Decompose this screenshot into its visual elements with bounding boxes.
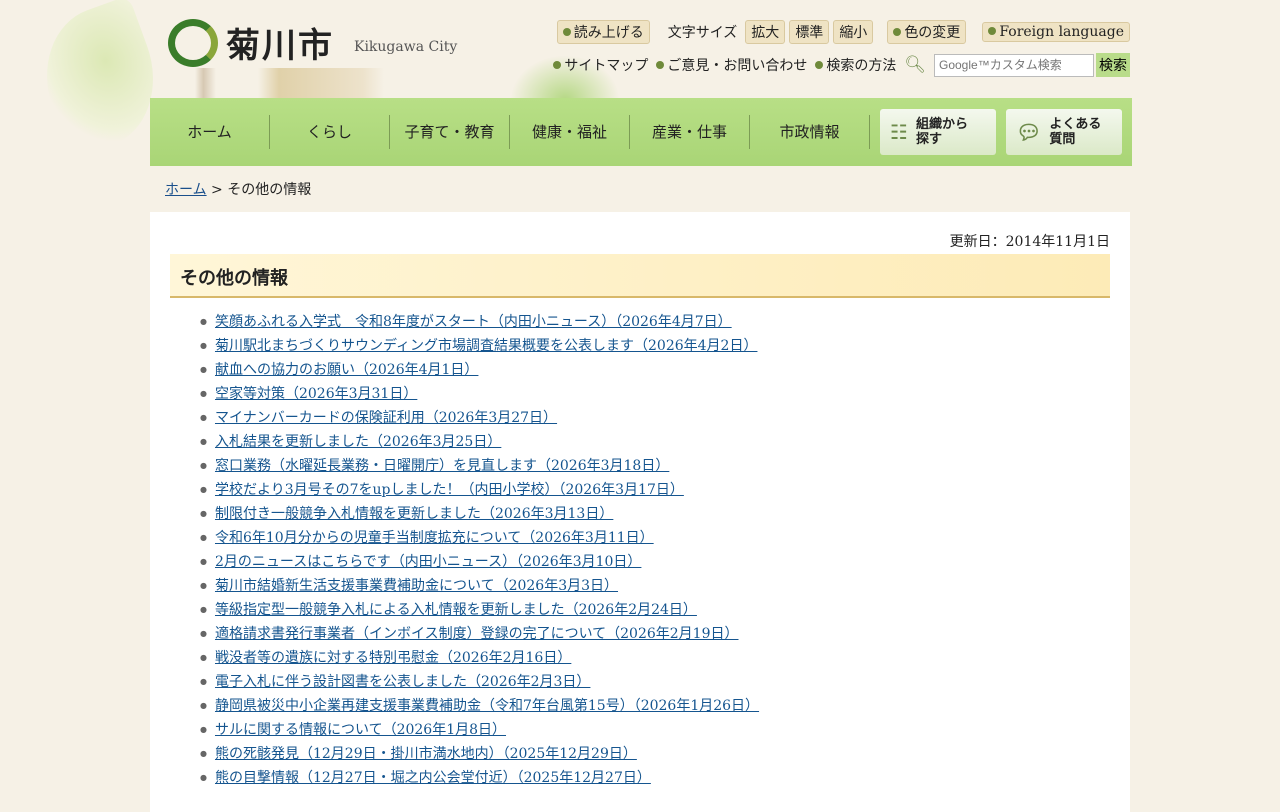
info-link[interactable]: 献血への協力のお願い（2026年4月1日） xyxy=(215,362,478,378)
info-link[interactable]: 学校だより3月号その7をupしました！（内田小学校）（2026年3月17日） xyxy=(215,482,684,498)
list-item: 戦没者等の遺族に対する特別弔慰金（2026年2月16日） xyxy=(200,646,759,670)
read-aloud-button[interactable]: 読み上げる xyxy=(556,20,650,44)
info-link[interactable]: 空家等対策（2026年3月31日） xyxy=(215,386,417,402)
bullet-icon xyxy=(562,28,571,36)
nav-health-welfare[interactable]: 健康・福祉 xyxy=(510,115,630,149)
breadcrumb-home[interactable]: ホーム xyxy=(165,182,207,198)
search-input[interactable] xyxy=(934,53,1094,77)
info-link[interactable]: 窓口業務（水曜延長業務・日曜開庁）を見直します（2026年3月18日） xyxy=(215,458,669,474)
list-item: 菊川市結婚新生活支援事業費補助金について（2026年3月3日） xyxy=(200,574,759,598)
info-link[interactable]: 入札結果を更新しました（2026年3月25日） xyxy=(215,434,501,450)
foreign-language-button[interactable]: Foreign language xyxy=(982,22,1130,42)
utility-bar: 読み上げる 文字サイズ 拡大 標準 縮小 色の変更 Foreign langua… xyxy=(556,20,1130,44)
nav-industry-work[interactable]: 産業・仕事 xyxy=(630,115,750,149)
list-item: 学校だより3月号その7をupしました！（内田小学校）（2026年3月17日） xyxy=(200,478,759,502)
list-item: 入札結果を更新しました（2026年3月25日） xyxy=(200,430,759,454)
faq-label: よくある質問 xyxy=(1049,117,1102,147)
speech-bubble-icon: 💬︎ xyxy=(1016,119,1042,144)
breadcrumb-separator: > xyxy=(211,182,223,198)
font-shrink-button[interactable]: 縮小 xyxy=(833,20,874,44)
list-item: 等級指定型一般競争入札による入札情報を更新しました（2026年2月24日） xyxy=(200,598,759,622)
list-item: 熊の死骸発見（12月29日・掛川市満水地内）（2025年12月29日） xyxy=(200,742,759,766)
bullet-icon xyxy=(988,27,997,35)
search-icon: 🔍︎ xyxy=(904,55,926,75)
info-link[interactable]: 静岡県被災中小企業再建支援事業費補助金（令和7年台風第15号）（2026年1月2… xyxy=(215,698,759,714)
list-item: 適格請求書発行事業者（インボイス制度）登録の完了について（2026年2月19日） xyxy=(200,622,759,646)
list-item: 菊川駅北まちづくりサウンディング市場調査結果概要を公表します（2026年4月2日… xyxy=(200,334,759,358)
bullet-icon xyxy=(893,28,902,36)
list-item: 2月のニュースはこちらです（内田小ニュース）（2026年3月10日） xyxy=(200,550,759,574)
list-item: 窓口業務（水曜延長業務・日曜開庁）を見直します（2026年3月18日） xyxy=(200,454,759,478)
info-list: 笑顔あふれる入学式 令和8年度がスタート（内田小ニュース）（2026年4月7日）… xyxy=(200,310,759,790)
nav-childcare-education[interactable]: 子育て・教育 xyxy=(390,115,510,149)
info-link[interactable]: サルに関する情報について（2026年1月8日） xyxy=(215,722,506,738)
contact-label: ご意見・お問い合わせ xyxy=(667,58,808,74)
org-chart-icon: ☷ xyxy=(890,119,908,144)
list-item: 献血への協力のお願い（2026年4月1日） xyxy=(200,358,759,382)
info-link[interactable]: 2月のニュースはこちらです（内田小ニュース）（2026年3月10日） xyxy=(215,554,641,570)
info-link[interactable]: 制限付き一般競争入札情報を更新しました（2026年3月13日） xyxy=(215,506,613,522)
list-item: 電子入札に伴う設計図書を公表しました（2026年2月3日） xyxy=(200,670,759,694)
list-item: 空家等対策（2026年3月31日） xyxy=(200,382,759,406)
contact-link[interactable]: ご意見・お問い合わせ xyxy=(656,55,807,75)
sitemap-label: サイトマップ xyxy=(564,58,649,74)
font-enlarge-button[interactable]: 拡大 xyxy=(745,20,786,44)
nav-home[interactable]: ホーム xyxy=(150,115,270,149)
logo-text: 菊川市 xyxy=(226,26,334,66)
color-change-button[interactable]: 色の変更 xyxy=(887,20,967,44)
faq-button[interactable]: 💬︎ よくある質問 xyxy=(1006,109,1122,155)
search-button[interactable]: 検索 xyxy=(1096,53,1130,77)
nav-city-info[interactable]: 市政情報 xyxy=(750,115,870,149)
list-item: 令和6年10月分からの児童手当制度拡充について（2026年3月11日） xyxy=(200,526,759,550)
foreign-language-label: Foreign language xyxy=(999,24,1124,40)
search-help-label: 検索の方法 xyxy=(826,58,897,74)
nav-living[interactable]: くらし xyxy=(270,115,390,149)
header: 菊川市 Kikugawa City 読み上げる 文字サイズ 拡大 標準 縮小 色… xyxy=(150,0,1130,100)
breadcrumb-current: その他の情報 xyxy=(227,182,312,198)
org-search-label: 組織から探す xyxy=(915,117,968,147)
bullet-icon xyxy=(553,61,562,69)
main-content: 更新日：2014年11月1日 その他の情報 笑顔あふれる入学式 令和8年度がスタ… xyxy=(150,212,1130,812)
utility-links: サイトマップ ご意見・お問い合わせ 検索の方法 🔍︎ 検索 xyxy=(553,53,1130,77)
bullet-icon xyxy=(815,61,824,69)
city-emblem-icon xyxy=(168,18,218,67)
info-link[interactable]: 令和6年10月分からの児童手当制度拡充について（2026年3月11日） xyxy=(215,530,654,546)
list-item: 制限付き一般競争入札情報を更新しました（2026年3月13日） xyxy=(200,502,759,526)
list-item: 静岡県被災中小企業再建支援事業費補助金（令和7年台風第15号）（2026年1月2… xyxy=(200,694,759,718)
search-help-link[interactable]: 検索の方法 xyxy=(815,55,896,75)
list-item: 熊の目撃情報（12月27日・堀之内公会堂付近）（2025年12月27日） xyxy=(200,766,759,790)
sitemap-link[interactable]: サイトマップ xyxy=(553,55,648,75)
info-link[interactable]: マイナンバーカードの保険証利用（2026年3月27日） xyxy=(215,410,557,426)
info-link[interactable]: 適格請求書発行事業者（インボイス制度）登録の完了について（2026年2月19日） xyxy=(215,626,739,642)
font-standard-button[interactable]: 標準 xyxy=(789,20,830,44)
bullet-icon xyxy=(656,61,665,69)
list-item: 笑顔あふれる入学式 令和8年度がスタート（内田小ニュース）（2026年4月7日） xyxy=(200,310,759,334)
info-link[interactable]: 菊川市結婚新生活支援事業費補助金について（2026年3月3日） xyxy=(215,578,618,594)
read-aloud-label: 読み上げる xyxy=(573,25,644,41)
info-link[interactable]: 菊川駅北まちづくりサウンディング市場調査結果概要を公表します（2026年4月2日… xyxy=(215,338,757,354)
page-title: その他の情報 xyxy=(170,254,1110,298)
info-link[interactable]: 笑顔あふれる入学式 令和8年度がスタート（内田小ニュース）（2026年4月7日） xyxy=(215,314,732,330)
info-link[interactable]: 戦没者等の遺族に対する特別弔慰金（2026年2月16日） xyxy=(215,650,571,666)
color-change-label: 色の変更 xyxy=(904,25,961,41)
list-item: サルに関する情報について（2026年1月8日） xyxy=(200,718,759,742)
main-nav: ホーム くらし 子育て・教育 健康・福祉 産業・仕事 市政情報 ☷ 組織から探す … xyxy=(150,98,1132,166)
updated-date: 更新日：2014年11月1日 xyxy=(949,234,1110,250)
org-search-button[interactable]: ☷ 組織から探す xyxy=(880,109,996,155)
logo[interactable]: 菊川市 Kikugawa City xyxy=(168,18,457,67)
list-item: マイナンバーカードの保険証利用（2026年3月27日） xyxy=(200,406,759,430)
font-size-label: 文字サイズ xyxy=(667,25,738,41)
breadcrumb: ホーム > その他の情報 xyxy=(165,179,311,199)
logo-en: Kikugawa City xyxy=(354,38,458,55)
info-link[interactable]: 熊の目撃情報（12月27日・堀之内公会堂付近）（2025年12月27日） xyxy=(215,770,651,786)
info-link[interactable]: 熊の死骸発見（12月29日・掛川市満水地内）（2025年12月29日） xyxy=(215,746,637,762)
info-link[interactable]: 等級指定型一般競争入札による入札情報を更新しました（2026年2月24日） xyxy=(215,602,697,618)
info-link[interactable]: 電子入札に伴う設計図書を公表しました（2026年2月3日） xyxy=(215,674,590,690)
